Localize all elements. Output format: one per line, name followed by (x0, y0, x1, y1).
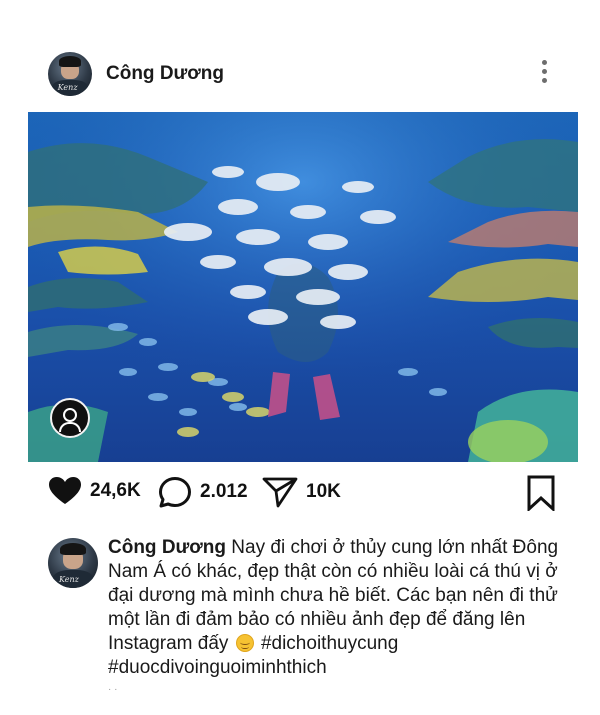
caption-user-avatar[interactable]: Kenz (48, 538, 98, 588)
tagged-users-icon[interactable] (50, 398, 90, 438)
share-count: 10K (306, 481, 341, 502)
aquarium-scene (28, 112, 578, 462)
send-icon[interactable] (262, 476, 298, 508)
post-username[interactable]: Công Dương (106, 63, 224, 85)
caption-trailing: · · (108, 684, 118, 695)
caption-username[interactable]: Công Dương (108, 537, 226, 558)
like-action[interactable]: 24,6K (48, 476, 141, 506)
post-photo[interactable] (28, 112, 578, 462)
more-options-icon[interactable] (535, 58, 553, 88)
heart-icon[interactable] (48, 476, 82, 506)
share-action[interactable]: 10K (262, 476, 341, 508)
comment-icon[interactable] (158, 476, 192, 508)
bookmark-icon[interactable] (526, 475, 556, 511)
hashtag-dichoithuycung[interactable]: #dichoithuycung (256, 633, 398, 654)
smiling-face-icon (235, 634, 254, 652)
hashtag-duocdivoinguoiminhthich[interactable]: #duocdivoinguoiminhthich (108, 657, 327, 678)
avatar-watermark: Kenz (57, 83, 78, 93)
comment-count: 2.012 (200, 481, 248, 502)
comment-action[interactable]: 2.012 (158, 476, 248, 508)
action-bar: 24,6K 2.012 10K (0, 470, 600, 516)
post-header: Kenz Công Dương (0, 44, 600, 104)
like-count: 24,6K (90, 480, 141, 501)
caption-avatar-watermark: Kenz (59, 575, 79, 584)
user-avatar[interactable]: Kenz (48, 52, 92, 96)
caption-text: Công Dương Nay đi chơi ở thủy cung lớn n… (108, 536, 568, 680)
